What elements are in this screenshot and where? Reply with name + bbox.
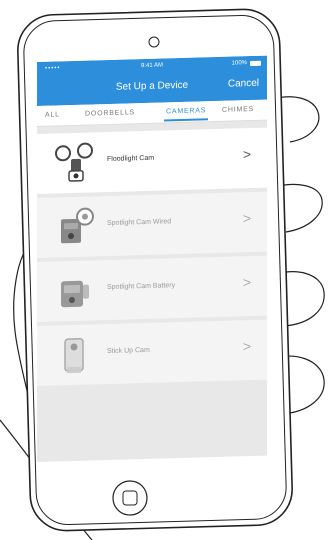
device-name: Stick Up Cam — [107, 346, 150, 356]
chevron-right-icon: > — [242, 210, 251, 227]
chevron-right-icon: > — [242, 338, 251, 355]
chevron-right-icon: > — [242, 146, 251, 163]
cancel-button[interactable]: Cancel — [228, 78, 259, 90]
device-row-spotlight-cam-battery[interactable]: Spotlight Cam Battery > — [37, 255, 267, 322]
device-name: Spotlight Cam Wired — [107, 218, 172, 228]
app-screen: ••••• 9:41 AM 100% Set Up a Device Cance… — [37, 55, 267, 462]
status-bar: ••••• 9:41 AM 100% — [37, 58, 267, 76]
tab-all[interactable]: ALL — [45, 111, 60, 118]
active-tab-indicator — [164, 118, 208, 122]
device-name: Spotlight Cam Battery — [107, 282, 176, 292]
floodlight-cam-icon — [55, 142, 93, 182]
device-list: Floodlight Cam > Spotlight Cam Wired > S… — [37, 127, 267, 390]
spotlight-cam-battery-icon — [61, 280, 89, 308]
tab-chimes[interactable]: CHIMES — [222, 106, 254, 114]
stick-up-cam-icon — [64, 338, 84, 374]
device-row-floodlight-cam[interactable]: Floodlight Cam > — [37, 127, 267, 194]
chevron-right-icon: > — [242, 274, 251, 291]
tab-doorbells[interactable]: DOORBELLS — [85, 109, 135, 117]
header-bar: ••••• 9:41 AM 100% Set Up a Device Cance… — [37, 55, 267, 106]
device-row-stick-up-cam[interactable]: Stick Up Cam > — [37, 319, 267, 386]
device-name: Floodlight Cam — [107, 154, 155, 164]
tab-cameras[interactable]: CAMERAS — [166, 107, 206, 115]
device-row-spotlight-cam-wired[interactable]: Spotlight Cam Wired > — [37, 191, 267, 258]
battery-icon — [250, 60, 261, 67]
battery-percent: 100% — [231, 60, 247, 67]
home-button[interactable] — [112, 480, 148, 516]
spotlight-cam-wired-icon — [61, 207, 94, 244]
front-camera — [148, 36, 160, 48]
